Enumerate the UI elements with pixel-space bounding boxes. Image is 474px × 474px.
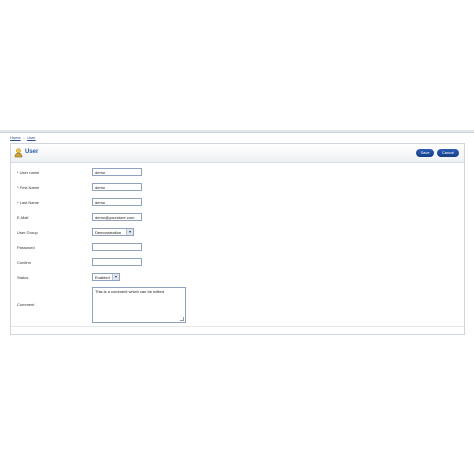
page: Home :: User User Save Cancel * User nam… [0, 0, 474, 474]
status-selected-value: Enabled [95, 275, 110, 280]
password-label: Password [17, 245, 35, 250]
confirm-label: Confirm [17, 260, 32, 265]
status-label: Status [17, 275, 29, 280]
comment-textarea[interactable]: This is a comment which can be edited [92, 287, 186, 323]
panel-header: User Save Cancel [11, 144, 464, 163]
page-title: User [25, 149, 39, 155]
comment-text: This is a comment which can be edited [95, 289, 164, 294]
firstname-label: * First Name [17, 185, 40, 190]
top-bar [0, 130, 474, 133]
row-status: Status Enabled ▾ [11, 271, 464, 285]
email-label: E-Mail [17, 215, 29, 220]
row-email: E-Mail demo@yourstore.com [11, 211, 464, 225]
row-lastname: * Last Name demo [11, 196, 464, 210]
breadcrumb-home-link[interactable]: Home [10, 135, 21, 140]
username-label: * User name [17, 170, 40, 175]
row-usergroup: User Group Demonstration ▾ [11, 226, 464, 240]
row-confirm: Confirm [11, 256, 464, 270]
row-firstname: * First Name demo [11, 181, 464, 195]
email-input[interactable]: demo@yourstore.com [92, 213, 142, 221]
cancel-button[interactable]: Cancel [437, 149, 459, 157]
lastname-input[interactable]: demo [92, 198, 142, 206]
password-input[interactable] [92, 243, 142, 251]
usergroup-label: User Group [17, 230, 38, 235]
usergroup-selected-value: Demonstration [95, 230, 122, 235]
breadcrumb: Home :: User [10, 135, 36, 141]
row-password: Password [11, 241, 464, 255]
status-select[interactable]: Enabled ▾ [92, 273, 120, 281]
breadcrumb-separator: :: [22, 135, 26, 140]
resize-grip-icon[interactable] [180, 317, 184, 321]
lastname-label: * Last Name [17, 200, 40, 205]
confirm-input[interactable] [92, 258, 142, 266]
firstname-input[interactable]: demo [92, 183, 142, 191]
save-button[interactable]: Save [416, 149, 434, 157]
row-username: * User name demo [11, 166, 464, 180]
usergroup-select[interactable]: Demonstration ▾ [92, 228, 134, 236]
breadcrumb-current-link[interactable]: User [27, 135, 35, 140]
chevron-down-icon[interactable]: ▾ [112, 274, 119, 280]
row-comment: Comment This is a comment which can be e… [11, 285, 464, 325]
user-form-panel: User Save Cancel * User name demo * Firs… [10, 143, 465, 335]
username-input[interactable]: demo [92, 168, 142, 176]
chevron-down-icon[interactable]: ▾ [126, 229, 133, 235]
user-icon [14, 148, 23, 158]
panel-divider [11, 326, 464, 327]
comment-label: Comment [17, 302, 35, 307]
